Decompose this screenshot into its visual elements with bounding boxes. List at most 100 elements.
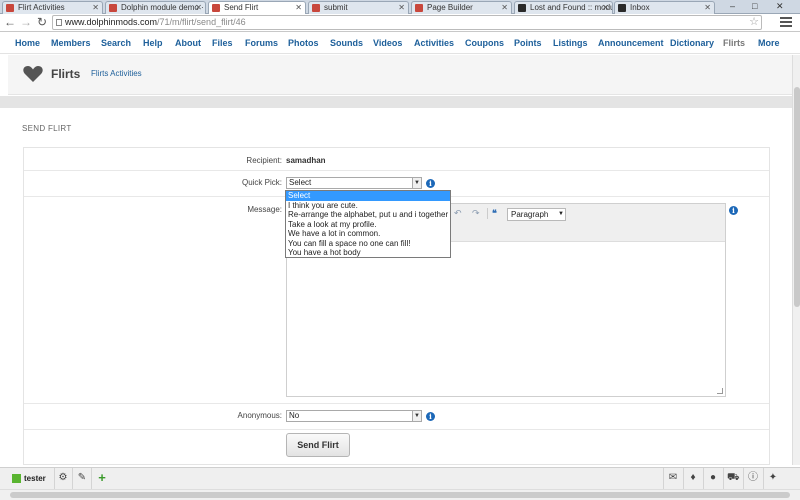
browser-tab[interactable]: Lost and Found :: modu ✕ — [514, 1, 613, 14]
site-navigation: Home Members Search Help About Files For… — [0, 32, 800, 54]
dropdown-option[interactable]: You can fill a space no one can fill! — [286, 239, 450, 249]
toolbar-divider — [54, 468, 55, 490]
nav-item-more[interactable]: More — [758, 32, 780, 54]
site-favicon-icon — [618, 4, 626, 12]
dropdown-option[interactable]: We have a lot in common. — [286, 229, 450, 239]
forward-arrow-icon[interactable]: → — [20, 16, 32, 28]
close-tab-icon[interactable]: ✕ — [704, 2, 711, 14]
username: tester — [24, 474, 46, 483]
scrollbar-thumb[interactable] — [794, 87, 800, 307]
nav-item-help[interactable]: Help — [143, 32, 163, 54]
nav-item-points[interactable]: Points — [514, 32, 542, 54]
browser-tab-active[interactable]: Send Flirt ✕ — [208, 1, 306, 15]
anonymous-select[interactable]: No ▼ — [286, 410, 422, 422]
recipient-value: samadhan — [286, 156, 326, 165]
twitter-icon[interactable]: ♦ — [687, 472, 699, 484]
wrench-icon[interactable]: ✦ — [767, 472, 779, 484]
message-info-icon[interactable]: i — [729, 206, 738, 215]
nav-item-photos[interactable]: Photos — [288, 32, 319, 54]
browser-tab[interactable]: Inbox ✕ — [614, 1, 715, 14]
nav-item-home[interactable]: Home — [15, 32, 40, 54]
nav-item-flirts[interactable]: Flirts — [723, 32, 745, 54]
horizontal-scrollbar[interactable] — [0, 489, 800, 500]
browser-tab[interactable]: Dolphin module demo · ✕ — [105, 1, 206, 14]
resize-handle-icon[interactable] — [717, 388, 723, 394]
reload-icon[interactable]: ↻ — [36, 16, 48, 28]
close-tab-icon[interactable]: ✕ — [602, 2, 609, 14]
anonymous-selected-value: No — [289, 411, 300, 420]
tab-label: Dolphin module demo · — [121, 3, 204, 12]
site-favicon-icon — [109, 4, 117, 12]
tab-label: Page Builder — [427, 3, 473, 12]
nav-item-announcement[interactable]: Announcement — [598, 32, 664, 54]
url-input[interactable]: www.dolphinmods.com/71/m/flirt/send_flir… — [52, 15, 762, 30]
close-tab-icon[interactable]: ✕ — [92, 2, 99, 14]
site-favicon-icon — [312, 4, 320, 12]
row-divider — [24, 170, 769, 171]
browser-tab[interactable]: submit ✕ — [308, 1, 409, 14]
close-tab-icon[interactable]: ✕ — [295, 2, 302, 14]
nav-item-videos[interactable]: Videos — [373, 32, 402, 54]
nav-item-listings[interactable]: Listings — [553, 32, 588, 54]
dropdown-option[interactable]: I think you are cute. — [286, 201, 450, 211]
toolbar-separator — [487, 208, 488, 219]
dropdown-option[interactable]: You have a hot body — [286, 248, 450, 258]
url-host: www.dolphinmods.com — [65, 17, 158, 27]
blockquote-icon[interactable]: ❝ — [492, 208, 497, 219]
nav-item-about[interactable]: About — [175, 32, 201, 54]
vertical-scrollbar[interactable] — [792, 55, 800, 465]
add-icon[interactable]: + — [96, 471, 108, 484]
send-flirt-button[interactable]: Send Flirt — [286, 433, 350, 457]
user-status[interactable]: tester — [12, 473, 52, 485]
close-window-icon[interactable]: ✕ — [776, 0, 784, 12]
edit-icon[interactable]: ✎ — [76, 472, 88, 484]
bookmark-star-icon[interactable]: ☆ — [749, 16, 759, 29]
dropdown-option[interactable]: Take a look at my profile. — [286, 220, 450, 230]
close-tab-icon[interactable]: ✕ — [398, 2, 405, 14]
nav-item-forums[interactable]: Forums — [245, 32, 278, 54]
nav-item-files[interactable]: Files — [212, 32, 233, 54]
dropdown-option[interactable]: Select — [286, 191, 450, 201]
browser-menu-icon[interactable] — [780, 17, 792, 28]
gear-icon[interactable]: ⚙ — [57, 472, 69, 484]
redo-icon[interactable]: ↷ — [472, 208, 480, 219]
tab-label: Lost and Found :: modu — [530, 3, 613, 12]
chevron-down-icon: ▼ — [558, 211, 564, 217]
member-toolbar: tester ⚙ ✎ + ✉ ♦ ● ⛟ ⓘ ✦ — [0, 467, 800, 490]
tab-label: Send Flirt — [224, 3, 259, 12]
nav-item-members[interactable]: Members — [51, 32, 91, 54]
toolbar-divider — [91, 468, 92, 490]
scrollbar-thumb[interactable] — [10, 492, 790, 498]
close-tab-icon[interactable]: ✕ — [501, 2, 508, 14]
cart-icon[interactable]: ⛟ — [727, 472, 740, 484]
format-select-value: Paragraph — [511, 210, 549, 219]
quickpick-select[interactable]: Select ▼ — [286, 177, 422, 189]
nav-item-search[interactable]: Search — [101, 32, 131, 54]
quickpick-dropdown-list: Select I think you are cute. Re-arrange … — [285, 190, 451, 258]
tab-label: Inbox — [630, 3, 650, 12]
quickpick-info-icon[interactable]: i — [426, 179, 435, 188]
undo-icon[interactable]: ↶ — [454, 208, 462, 219]
browser-tab[interactable]: Flirt Activities ✕ — [2, 1, 103, 14]
dropdown-option[interactable]: Re-arrange the alphabet, put u and i tog… — [286, 210, 450, 220]
nav-item-coupons[interactable]: Coupons — [465, 32, 504, 54]
toolbar-divider — [683, 468, 684, 490]
format-select[interactable]: Paragraph ▼ — [507, 208, 566, 221]
nav-item-sounds[interactable]: Sounds — [330, 32, 363, 54]
back-arrow-icon[interactable]: ← — [4, 16, 16, 28]
anonymous-info-icon[interactable]: i — [426, 412, 435, 421]
toolbar-divider — [663, 468, 664, 490]
mail-icon[interactable]: ✉ — [667, 472, 679, 484]
browser-tab[interactable]: Page Builder ✕ — [411, 1, 512, 14]
recipient-label: Recipient: — [246, 156, 282, 165]
minimize-icon[interactable]: – — [730, 0, 735, 12]
flirts-activities-link[interactable]: Flirts Activities — [91, 69, 142, 78]
nav-item-activities[interactable]: Activities — [414, 32, 454, 54]
info-icon[interactable]: ⓘ — [747, 472, 759, 484]
close-tab-icon[interactable]: ✕ — [195, 2, 202, 14]
user-icon[interactable]: ● — [707, 472, 719, 484]
browser-tab-strip: Flirt Activities ✕ Dolphin module demo ·… — [0, 0, 800, 15]
maximize-icon[interactable]: □ — [752, 0, 757, 12]
online-status-icon — [12, 474, 21, 483]
nav-item-dictionary[interactable]: Dictionary — [670, 32, 714, 54]
